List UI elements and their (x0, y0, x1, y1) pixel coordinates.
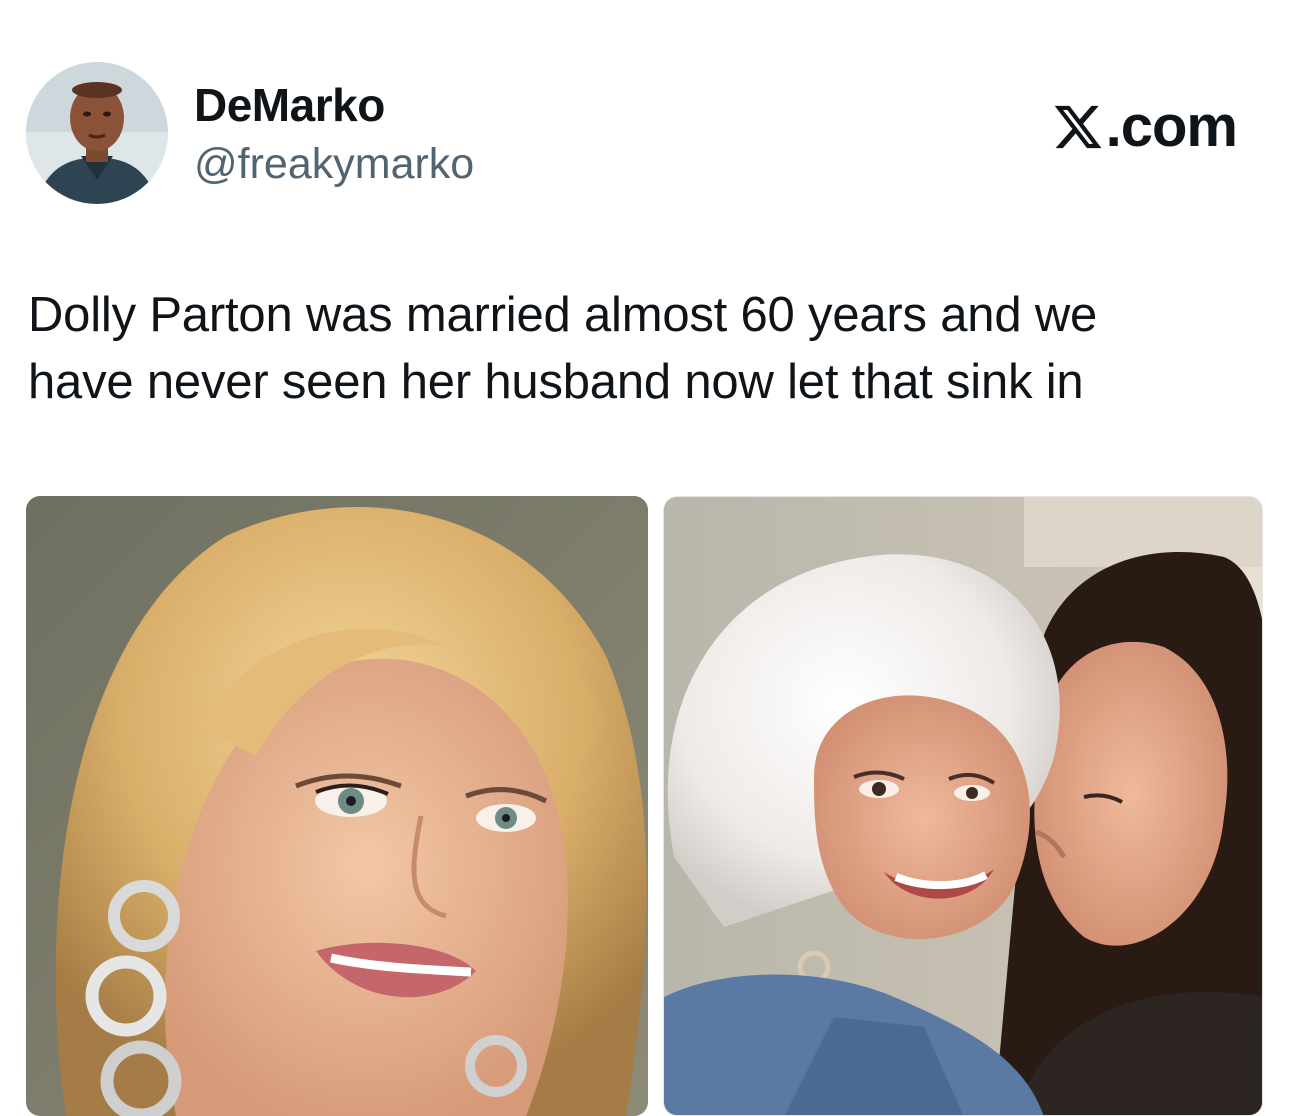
tweet-header: DeMarko @freakymarko .com (0, 0, 1289, 230)
x-logo-icon (1054, 105, 1102, 149)
username-handle[interactable]: @freakymarko (194, 140, 474, 189)
media-photo-left[interactable] (26, 496, 648, 1116)
tweet-text: Dolly Parton was married almost 60 years… (28, 282, 1268, 416)
brand-label: .com (1105, 94, 1238, 159)
media-photo-right[interactable] (663, 496, 1263, 1116)
display-name[interactable]: DeMarko (194, 78, 385, 132)
avatar-image (26, 62, 168, 204)
photo-portrait-woman (26, 496, 648, 1116)
tweet-text-line: Dolly Parton was married almost 60 years… (28, 288, 1098, 342)
tweet-text-line: have never seen her husband now let that… (28, 355, 1084, 409)
avatar[interactable] (26, 62, 168, 204)
brand-watermark: .com (1052, 94, 1238, 159)
photo-couple (664, 497, 1262, 1115)
media-grid (26, 496, 1263, 1116)
